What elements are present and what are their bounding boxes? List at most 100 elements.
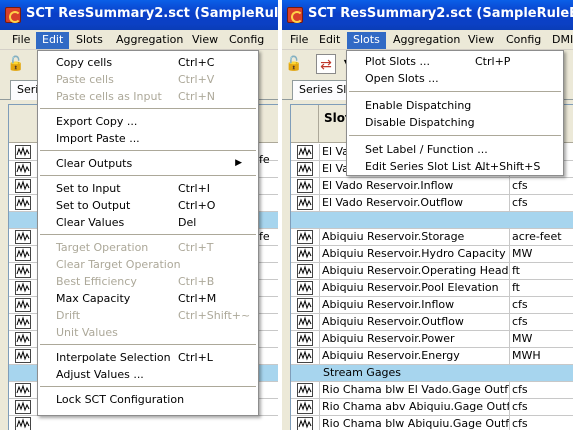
table-row[interactable]: Abiquiu Reservoir.Energy MWH [291, 348, 573, 365]
slot-name-cell[interactable]: Abiquiu Reservoir.Storage [319, 229, 509, 246]
edit-menu-item[interactable]: Lock SCT Configuration [40, 391, 256, 408]
table-row[interactable]: Rio Chama abv Abiquiu.Gage Outflow cfs [291, 399, 573, 416]
menu-bar: File Edit Slots Aggregation View Config [0, 30, 278, 50]
edit-menu-item[interactable]: Clear Outputs ▶ [40, 155, 256, 172]
slot-unit-cell[interactable]: ft [509, 263, 573, 280]
slot-unit-cell[interactable]: cfs [509, 195, 573, 212]
edit-menu-item[interactable]: Import Paste ... [40, 130, 256, 147]
menu-item-shortcut: Del [178, 216, 197, 229]
edit-menu-item[interactable]: Adjust Values ... [40, 366, 256, 383]
series-slot-icon [15, 281, 31, 295]
series-slot-icon [297, 383, 313, 397]
slot-name-cell[interactable]: Abiquiu Reservoir.Inflow [319, 297, 509, 314]
menu-item-label: Disable Dispatching [365, 116, 475, 129]
lock-icon[interactable]: 🔓 [6, 54, 26, 74]
menu-separator [40, 344, 256, 345]
menu-item-label: Best Efficiency [56, 275, 137, 288]
menu-separator [40, 234, 256, 235]
slot-unit-cell[interactable]: MW [509, 331, 573, 348]
slot-name-cell[interactable]: Rio Chama abv Abiquiu.Gage Outflow [319, 399, 509, 416]
menu-item-label: Unit Values [56, 326, 118, 339]
series-slot-icon [297, 230, 313, 244]
slot-unit-cell[interactable]: cfs [509, 382, 573, 399]
table-row[interactable]: Abiquiu Reservoir.Operating Head ft [291, 263, 573, 280]
table-row[interactable] [9, 416, 278, 430]
menu-bar: File Edit Slots Aggregation View Config … [282, 30, 573, 50]
title-bar[interactable]: SCT ResSummary2.sct (SampleRuleEnergy.m [0, 0, 278, 30]
menu-slots[interactable]: Slots [70, 32, 109, 49]
edit-menu-item[interactable]: Max Capacity Ctrl+M [40, 290, 256, 307]
series-slot-icon [15, 162, 31, 176]
menu-file[interactable]: File [284, 32, 314, 49]
table-row[interactable]: El Vado Reservoir.Inflow cfs [291, 178, 573, 195]
table-row[interactable]: El Vado Reservoir.Outflow cfs [291, 195, 573, 212]
table-row[interactable]: Rio Chama blw Abiquiu.Gage Outflow cfs [291, 416, 573, 430]
edit-menu-item[interactable]: Clear Values Del [40, 214, 256, 231]
menu-view[interactable]: View [462, 32, 500, 49]
menu-item-label: Target Operation [56, 241, 149, 254]
slot-name-cell[interactable]: Abiquiu Reservoir.Operating Head [319, 263, 509, 280]
slot-unit-cell[interactable]: cfs [509, 399, 573, 416]
table-row[interactable]: Abiquiu Reservoir.Hydro Capacity MW [291, 246, 573, 263]
slot-unit-cell[interactable]: cfs [509, 178, 573, 195]
edit-menu-item[interactable]: Interpolate Selection Ctrl+L [40, 349, 256, 366]
edit-menu-item[interactable]: Copy cells Ctrl+C [40, 54, 256, 71]
slot-name-cell[interactable]: Abiquiu Reservoir.Hydro Capacity [319, 246, 509, 263]
edit-menu-item: Paste cells Ctrl+V [40, 71, 256, 88]
table-row[interactable]: Abiquiu Reservoir.Outflow cfs [291, 314, 573, 331]
slot-unit-cell[interactable]: acre-feet [509, 229, 573, 246]
menu-item-label: Paste cells as Input [56, 90, 162, 103]
menu-dmi[interactable]: DMI [546, 32, 573, 49]
slot-name-cell[interactable]: Abiquiu Reservoir.Outflow [319, 314, 509, 331]
lock-icon[interactable]: 🔓 [284, 54, 304, 74]
slot-unit-cell[interactable]: ft [509, 280, 573, 297]
slots-menu-item[interactable]: Enable Dispatching [349, 97, 561, 114]
menu-aggregation[interactable]: Aggregation [110, 32, 189, 49]
menu-item-label: Clear Outputs [56, 157, 133, 170]
slot-name-cell[interactable]: El Vado Reservoir.Inflow [319, 178, 509, 195]
menu-separator [40, 175, 256, 176]
series-slot-icon [15, 264, 31, 278]
series-slot-icon [297, 298, 313, 312]
table-row[interactable]: Rio Chama blw El Vado.Gage Outflow cfs [291, 382, 573, 399]
menu-file[interactable]: File [6, 32, 36, 49]
menu-config[interactable]: Config [500, 32, 547, 49]
menu-edit[interactable]: Edit [313, 32, 346, 49]
edit-menu-item: Best Efficiency Ctrl+B [40, 273, 256, 290]
slot-unit-cell[interactable]: MWH [509, 348, 573, 365]
slot-unit-cell[interactable]: cfs [509, 416, 573, 430]
table-row[interactable]: Abiquiu Reservoir.Storage acre-feet [291, 229, 573, 246]
series-slot-icon [15, 179, 31, 193]
slot-unit-cell[interactable]: cfs [509, 297, 573, 314]
slot-name-cell[interactable]: El Vado Reservoir.Outflow [319, 195, 509, 212]
edit-menu-item: Target Operation Ctrl+T [40, 239, 256, 256]
menu-config[interactable]: Config [223, 32, 270, 49]
menu-edit[interactable]: Edit [36, 32, 70, 49]
table-row[interactable]: Abiquiu Reservoir.Inflow cfs [291, 297, 573, 314]
slots-menu-item[interactable]: Open Slots ... [349, 70, 561, 87]
edit-menu-item[interactable]: Set to Input Ctrl+I [40, 180, 256, 197]
edit-menu-item[interactable]: Export Copy ... [40, 113, 256, 130]
slots-menu-item[interactable]: Disable Dispatching [349, 114, 561, 131]
menu-aggregation[interactable]: Aggregation [387, 32, 466, 49]
slot-name-cell[interactable]: Abiquiu Reservoir.Power [319, 331, 509, 348]
slots-menu-item[interactable]: Set Label / Function ... [349, 141, 561, 158]
slots-menu-item[interactable]: Edit Series Slot List ... Alt+Shift+S [349, 158, 561, 175]
slot-name-cell[interactable]: Rio Chama blw Abiquiu.Gage Outflow [319, 416, 509, 430]
table-row[interactable]: Abiquiu Reservoir.Pool Elevation ft [291, 280, 573, 297]
slot-name-cell[interactable]: Abiquiu Reservoir.Energy [319, 348, 509, 365]
group-label: Stream Gages [323, 366, 402, 379]
menu-item-shortcut: Ctrl+T [178, 241, 214, 254]
title-bar[interactable]: SCT ResSummary2.sct (SampleRuleEnergy.m [282, 0, 573, 30]
table-row[interactable]: Abiquiu Reservoir.Power MW [291, 331, 573, 348]
menu-item-shortcut: Ctrl+O [178, 199, 216, 212]
dispatch-icon[interactable]: ⇄ [316, 54, 336, 74]
slot-unit-cell[interactable]: cfs [509, 314, 573, 331]
menu-view[interactable]: View [186, 32, 224, 49]
slot-unit-cell[interactable]: MW [509, 246, 573, 263]
edit-menu-item[interactable]: Set to Output Ctrl+O [40, 197, 256, 214]
slots-menu-item[interactable]: Plot Slots ... Ctrl+P [349, 53, 561, 70]
menu-slots[interactable]: Slots [347, 32, 386, 49]
slot-name-cell[interactable]: Rio Chama blw El Vado.Gage Outflow [319, 382, 509, 399]
slot-name-cell[interactable]: Abiquiu Reservoir.Pool Elevation [319, 280, 509, 297]
